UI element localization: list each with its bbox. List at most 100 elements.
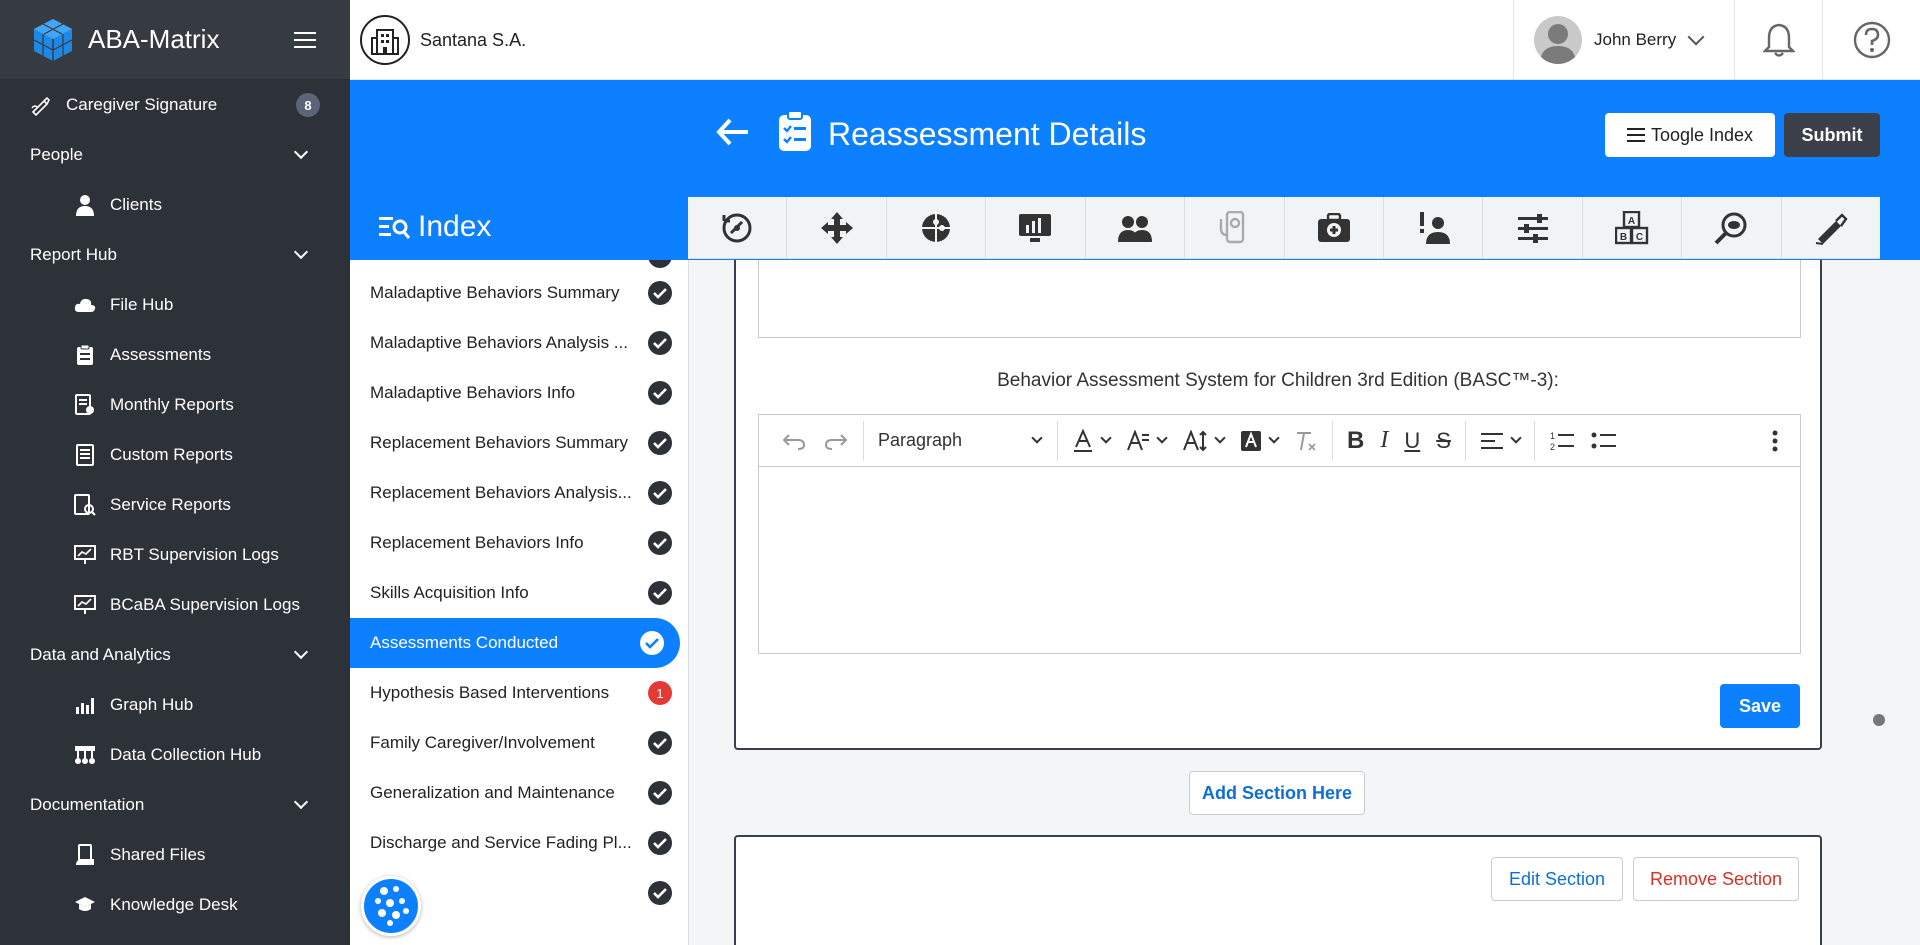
paragraph-select[interactable]: Paragraph	[864, 420, 1058, 461]
underline-icon[interactable]: U	[1396, 428, 1428, 454]
tab-review[interactable]	[1682, 197, 1782, 258]
font-family-icon[interactable]	[1118, 429, 1174, 452]
sidebar-section-report-hub[interactable]: Report Hub	[0, 230, 350, 280]
remove-section-button[interactable]: Remove Section	[1633, 857, 1799, 901]
stethoscope-icon	[1220, 210, 1245, 243]
editor-body[interactable]	[759, 467, 1800, 653]
sidebar-item-file-hub[interactable]: File Hub	[0, 280, 350, 330]
index-item[interactable]: Discharge and Service Fading Pl...	[350, 818, 688, 868]
tab-puzzle[interactable]	[887, 197, 987, 258]
italic-icon[interactable]: I	[1372, 427, 1396, 454]
index-item[interactable]: Maladaptive Behaviors Analysis ...	[350, 318, 688, 368]
numbered-list-icon[interactable]: 12	[1541, 430, 1583, 452]
paragraph-select-value: Paragraph	[878, 430, 963, 450]
sidebar-item-assessments[interactable]: Assessments	[0, 330, 350, 380]
font-size-icon[interactable]	[1174, 429, 1232, 452]
clear-format-icon[interactable]	[1286, 430, 1326, 452]
save-button[interactable]: Save	[1720, 684, 1800, 728]
sidebar-item-caregiver-signature[interactable]: Caregiver Signature 8	[0, 80, 350, 130]
check-circle-icon	[648, 260, 672, 268]
sidebar-item-rbt-supervision-logs[interactable]: RBT Supervision Logs	[0, 530, 350, 580]
sidebar-item-data-collection-hub[interactable]: Data Collection Hub	[0, 730, 350, 780]
index-item[interactable]: Family Caregiver/Involvement	[350, 718, 688, 768]
tab-move[interactable]	[787, 197, 887, 258]
tab-medical[interactable]	[1185, 197, 1285, 258]
bold-icon[interactable]: B	[1339, 427, 1372, 455]
sidebar-section-documentation[interactable]: Documentation	[0, 780, 350, 830]
sliders-icon	[1517, 213, 1548, 243]
tab-people[interactable]	[1086, 197, 1186, 258]
sidebar: ABA-Matrix Caregiver Signature 8 People …	[0, 0, 350, 945]
tab-monitor[interactable]	[986, 197, 1086, 258]
font-color-icon[interactable]	[1064, 428, 1118, 453]
index-item[interactable]: Hypothesis Based Interventions 1	[350, 668, 688, 718]
sidebar-item-clients[interactable]: Clients	[0, 180, 350, 230]
index-item-label: Replacement Behaviors Info	[370, 533, 584, 552]
edit-section-button[interactable]: Edit Section	[1491, 857, 1623, 901]
tab-progress[interactable]	[688, 197, 788, 258]
company-switcher[interactable]: Santana S.A.	[360, 15, 526, 65]
check-circle-icon	[648, 881, 672, 905]
section-card: Edit Section Remove Section	[734, 835, 1822, 945]
undo-icon[interactable]	[773, 431, 815, 451]
add-section-button[interactable]: Add Section Here	[1189, 771, 1365, 815]
abc-blocks-icon: AB C	[1615, 210, 1649, 244]
chevron-down-icon	[1687, 28, 1705, 46]
cloud-icon	[74, 294, 96, 316]
help-button[interactable]	[1822, 0, 1920, 80]
sidebar-item-monthly-reports[interactable]: Monthly Reports	[0, 380, 350, 430]
chevron-down-icon	[293, 144, 309, 160]
index-item[interactable]: Assessments Conducted	[350, 618, 680, 668]
bulleted-list-icon[interactable]	[1583, 430, 1625, 452]
accessibility-widget-button[interactable]	[361, 876, 421, 936]
user-menu[interactable]: John Berry	[1513, 0, 1734, 80]
strikethrough-icon[interactable]: S	[1428, 428, 1459, 454]
tab-medkit[interactable]	[1285, 197, 1384, 258]
index-item-label: Hypothesis Based Interventions	[370, 683, 610, 702]
more-options-icon[interactable]	[1764, 430, 1786, 452]
toggle-index-button[interactable]: Toogle Index	[1605, 113, 1775, 157]
avatar	[1534, 16, 1582, 64]
index-item[interactable]: Replacement Behaviors Info	[350, 518, 688, 568]
check-circle-icon	[648, 831, 672, 855]
editor-toolbar: Paragraph B I U S 1 2	[759, 415, 1800, 467]
sidebar-item-shared-files[interactable]: Shared Files	[0, 830, 350, 880]
index-item[interactable]: Generalization and Maintenance	[350, 768, 688, 818]
magnifier-eye-icon	[1715, 212, 1747, 244]
sidebar-item-label: RBT Supervision Logs	[110, 545, 279, 564]
notifications-button[interactable]	[1734, 0, 1822, 80]
question-icon	[1853, 21, 1890, 59]
sidebar-item-label: File Hub	[110, 295, 174, 314]
sidebar-section-people[interactable]: People	[0, 130, 350, 180]
index-item[interactable]: Skills Acquisition Info	[350, 568, 688, 618]
index-item[interactable]: Replacement Behaviors Summary	[350, 418, 688, 468]
sidebar-item-graph-hub[interactable]: Graph Hub	[0, 680, 350, 730]
sidebar-item-custom-reports[interactable]: Custom Reports	[0, 430, 350, 480]
check-circle-icon	[648, 481, 672, 505]
sidebar-item-knowledge-desk[interactable]: Knowledge Desk	[0, 880, 350, 930]
sidebar-section-data-analytics[interactable]: Data and Analytics	[0, 630, 350, 680]
sidebar-item-service-reports[interactable]: Service Reports	[0, 480, 350, 530]
submit-button[interactable]: Submit	[1784, 113, 1880, 157]
chevron-down-icon	[293, 244, 309, 260]
align-icon[interactable]	[1472, 431, 1528, 451]
sidebar-item-label: Graph Hub	[110, 695, 194, 714]
scrollbar-thumb[interactable]	[1873, 714, 1885, 726]
back-arrow-icon[interactable]	[716, 118, 750, 146]
bar-chart-icon	[74, 694, 96, 716]
chevron-down-icon	[293, 644, 309, 660]
menu-toggle-icon[interactable]	[294, 31, 316, 48]
tab-signature[interactable]	[1782, 197, 1880, 258]
index-item[interactable]: Maladaptive Behaviors Info	[350, 368, 688, 418]
tab-alert-person[interactable]	[1384, 197, 1484, 258]
text-area-previous[interactable]	[758, 260, 1801, 338]
shared-files-icon	[74, 844, 96, 866]
redo-icon[interactable]	[815, 431, 857, 451]
sidebar-item-bcaba-supervision-logs[interactable]: BCaBA Supervision Logs	[0, 580, 350, 630]
section-label: People	[30, 145, 83, 164]
tab-abc[interactable]: ABC	[1583, 197, 1683, 258]
tab-settings[interactable]	[1483, 197, 1583, 258]
highlight-icon[interactable]	[1232, 430, 1286, 452]
index-item[interactable]: Maladaptive Behaviors Summary	[350, 268, 688, 318]
index-item[interactable]: Replacement Behaviors Analysis...	[350, 468, 688, 518]
